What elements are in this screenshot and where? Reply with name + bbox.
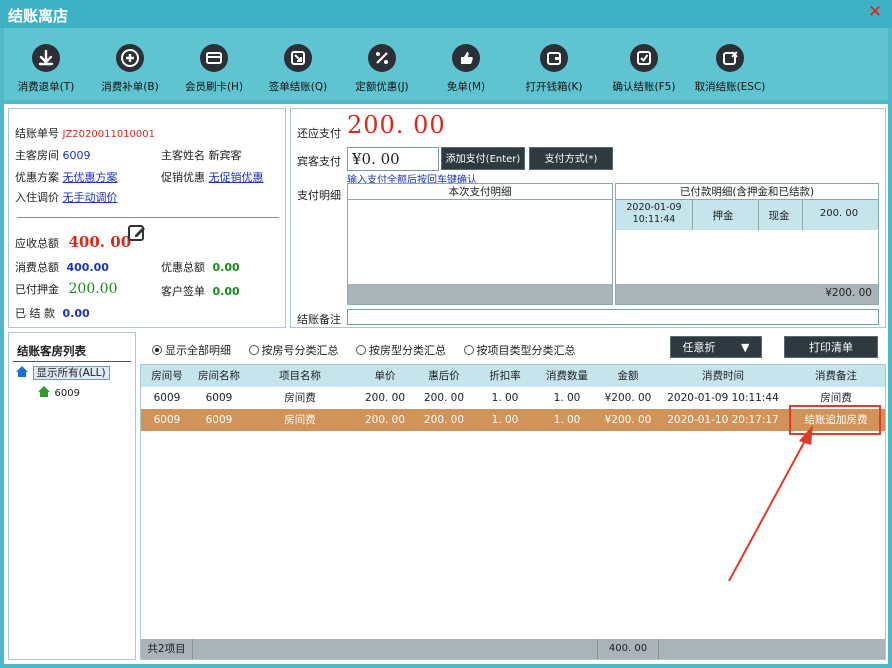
fixed-discount-button[interactable]: 定额优惠(J)	[346, 34, 418, 96]
current-payment-footer	[348, 284, 612, 304]
card-icon	[200, 44, 228, 72]
cancel-settle-button[interactable]: 取消结账(ESC)	[688, 34, 772, 96]
consumed-value: 400.00	[66, 261, 109, 274]
payment-method-button[interactable]: 支付方式(*)	[529, 147, 613, 170]
sign-settle-button[interactable]: 签单结账(Q)	[262, 34, 334, 96]
filter-by-item-type[interactable]: 按项目类型分类汇总	[463, 342, 576, 358]
filter-options: 显示全部明细 按房号分类汇总 按房型分类汇总 按项目类型分类汇总	[152, 342, 590, 358]
main-panel: 结账单号 JZ2020011010001 主客房间 6009 主客姓名 新宾客 …	[4, 104, 888, 664]
room-item-6009[interactable]: 6009	[37, 385, 80, 399]
room-all-item[interactable]: 显示所有(ALL)	[15, 365, 110, 381]
paid-footer: ¥200. 00	[616, 284, 878, 304]
detail-area: 显示全部明细 按房号分类汇总 按房型分类汇总 按项目类型分类汇总 任意折 ▼ 打…	[140, 332, 886, 660]
member-card-button[interactable]: 会员刷卡(H)	[178, 34, 250, 96]
open-cashbox-button[interactable]: 打开钱箱(K)	[514, 34, 594, 96]
add-payment-button[interactable]: 添加支付(Enter)	[441, 147, 525, 170]
annotation-highlight-box	[789, 405, 881, 435]
promo-link[interactable]: 无促销优惠	[209, 171, 264, 184]
current-payment-header: 本次支付明细	[348, 184, 612, 200]
window-title: 结账离店	[8, 7, 69, 25]
consumption-table: 房间号 房间名称 项目名称 单价 惠后价 折扣率 消费数量 金额 消费时间 消费…	[140, 364, 886, 660]
paid-type: 押金	[712, 210, 734, 222]
divider	[17, 217, 279, 218]
guest-pay-input[interactable]: ¥0. 00	[347, 147, 439, 171]
table-header: 房间号 房间名称 项目名称 单价 惠后价 折扣率 消费数量 金额 消费时间 消费…	[141, 365, 885, 387]
guest-value: 新宾客	[208, 149, 242, 162]
remark-input[interactable]	[347, 309, 879, 325]
edit-icon[interactable]	[127, 223, 147, 243]
paid-time: 2020-01-09 10:11:44	[626, 202, 682, 225]
table-row[interactable]: 6009 6009 房间费 200. 00 200. 00 1. 00 1. 0…	[141, 387, 885, 409]
consumed-row: 消费总额 400.00	[15, 261, 109, 274]
dropdown-arrow-icon: ▼	[741, 341, 750, 354]
percent-icon	[368, 44, 396, 72]
home-icon	[16, 366, 28, 377]
wallet-icon	[540, 44, 568, 72]
paid-row[interactable]: 2020-01-09 10:11:44 押金 现金 200. 00	[616, 200, 878, 230]
table-footer: 共2项目 400. 00	[141, 639, 885, 659]
room-row: 主客房间 6009	[15, 149, 91, 162]
payment-panel: 还应支付 200. 00 宾客支付 ¥0. 00 添加支付(Enter) 支付方…	[290, 108, 886, 328]
checkin-adjust-row: 入住调价 无手动调价	[15, 191, 118, 204]
deposit-row: 已付押金 200.00	[15, 281, 118, 297]
settled-row: 已 结 款 0.00	[15, 307, 90, 320]
any-discount-dropdown[interactable]: 任意折 ▼	[670, 336, 762, 358]
cancel-square-icon	[716, 44, 744, 72]
bottom-area: 结账客房列表 显示所有(ALL) 6009 显示全部明细 按房号分类汇总 按房型…	[8, 332, 886, 660]
room-list: 结账客房列表 显示所有(ALL) 6009	[8, 332, 136, 660]
bill-summary: 结账单号 JZ2020011010001 主客房间 6009 主客姓名 新宾客 …	[8, 108, 286, 328]
filter-by-room[interactable]: 按房号分类汇总	[248, 342, 339, 358]
table-row-selected[interactable]: 6009 6009 房间费 200. 00 200. 00 1. 00 1. 0…	[141, 409, 885, 431]
download-circle-icon	[32, 44, 60, 72]
sign-row: 客户签单 0.00	[161, 285, 240, 298]
print-list-button[interactable]: 打印清单	[784, 336, 878, 358]
filter-all[interactable]: 显示全部明细	[152, 342, 231, 358]
home-icon	[38, 386, 50, 397]
checkin-adjust-link[interactable]: 无手动调价	[63, 191, 118, 204]
confirm-settle-button[interactable]: 确认结账(F5)	[604, 34, 684, 96]
title-bar: 结账离店 ✕	[0, 0, 892, 28]
add-order-button[interactable]: 消费补单(B)	[94, 34, 166, 96]
paid-grid[interactable]: 已付款明细(含押金和已结款) 2020-01-09 10:11:44 押金 现金…	[615, 183, 879, 305]
room-value: 6009	[62, 149, 91, 162]
footer-total: 400. 00	[597, 639, 659, 659]
due-amount: 200. 00	[347, 111, 446, 139]
detail-label: 支付明细	[297, 189, 341, 202]
settled-value: 0.00	[62, 307, 90, 320]
current-payment-grid[interactable]: 本次支付明细	[347, 183, 613, 305]
due-label: 还应支付	[297, 127, 341, 140]
room-list-header: 结账客房列表	[17, 344, 86, 358]
thumbs-up-icon	[452, 44, 480, 72]
sign-value: 0.00	[212, 285, 240, 298]
refund-button[interactable]: 消费退单(T)	[10, 34, 82, 96]
discount-plan-row: 优惠方案 无优惠方案	[15, 171, 118, 184]
promo-row: 促销优惠 无促销优惠	[161, 171, 264, 184]
guest-row: 主客姓名 新宾客	[161, 149, 242, 162]
deposit-value: 200.00	[68, 281, 118, 297]
paid-header: 已付款明细(含押金和已结款)	[616, 184, 878, 200]
discount-total-value: 0.00	[212, 261, 240, 274]
bill-no-row: 结账单号 JZ2020011010001	[15, 127, 156, 140]
remark-label: 结账备注	[297, 313, 341, 326]
close-icon[interactable]: ✕	[866, 3, 884, 21]
discount-total-row: 优惠总额 0.00	[161, 261, 240, 274]
paid-amount: 200. 00	[819, 208, 859, 219]
free-order-button[interactable]: 免单(M)	[430, 34, 502, 96]
bill-no: JZ2020011010001	[62, 129, 156, 140]
receivable-row: 应收总额 400. 00	[15, 233, 132, 251]
paid-method: 现金	[768, 210, 790, 222]
guest-pay-label: 宾客支付	[297, 155, 341, 168]
plus-circle-icon	[116, 44, 144, 72]
sign-icon	[284, 44, 312, 72]
check-square-icon	[630, 44, 658, 72]
toolbar: 消费退单(T) 消费补单(B) 会员刷卡(H) 签单结账(Q) 定额优惠(J) …	[4, 28, 888, 100]
footer-count: 共2项目	[141, 639, 193, 659]
paid-total: ¥200. 00	[825, 287, 872, 299]
filter-by-room-type[interactable]: 按房型分类汇总	[356, 342, 446, 358]
receivable-value: 400. 00	[68, 233, 132, 251]
discount-plan-link[interactable]: 无优惠方案	[63, 171, 118, 184]
